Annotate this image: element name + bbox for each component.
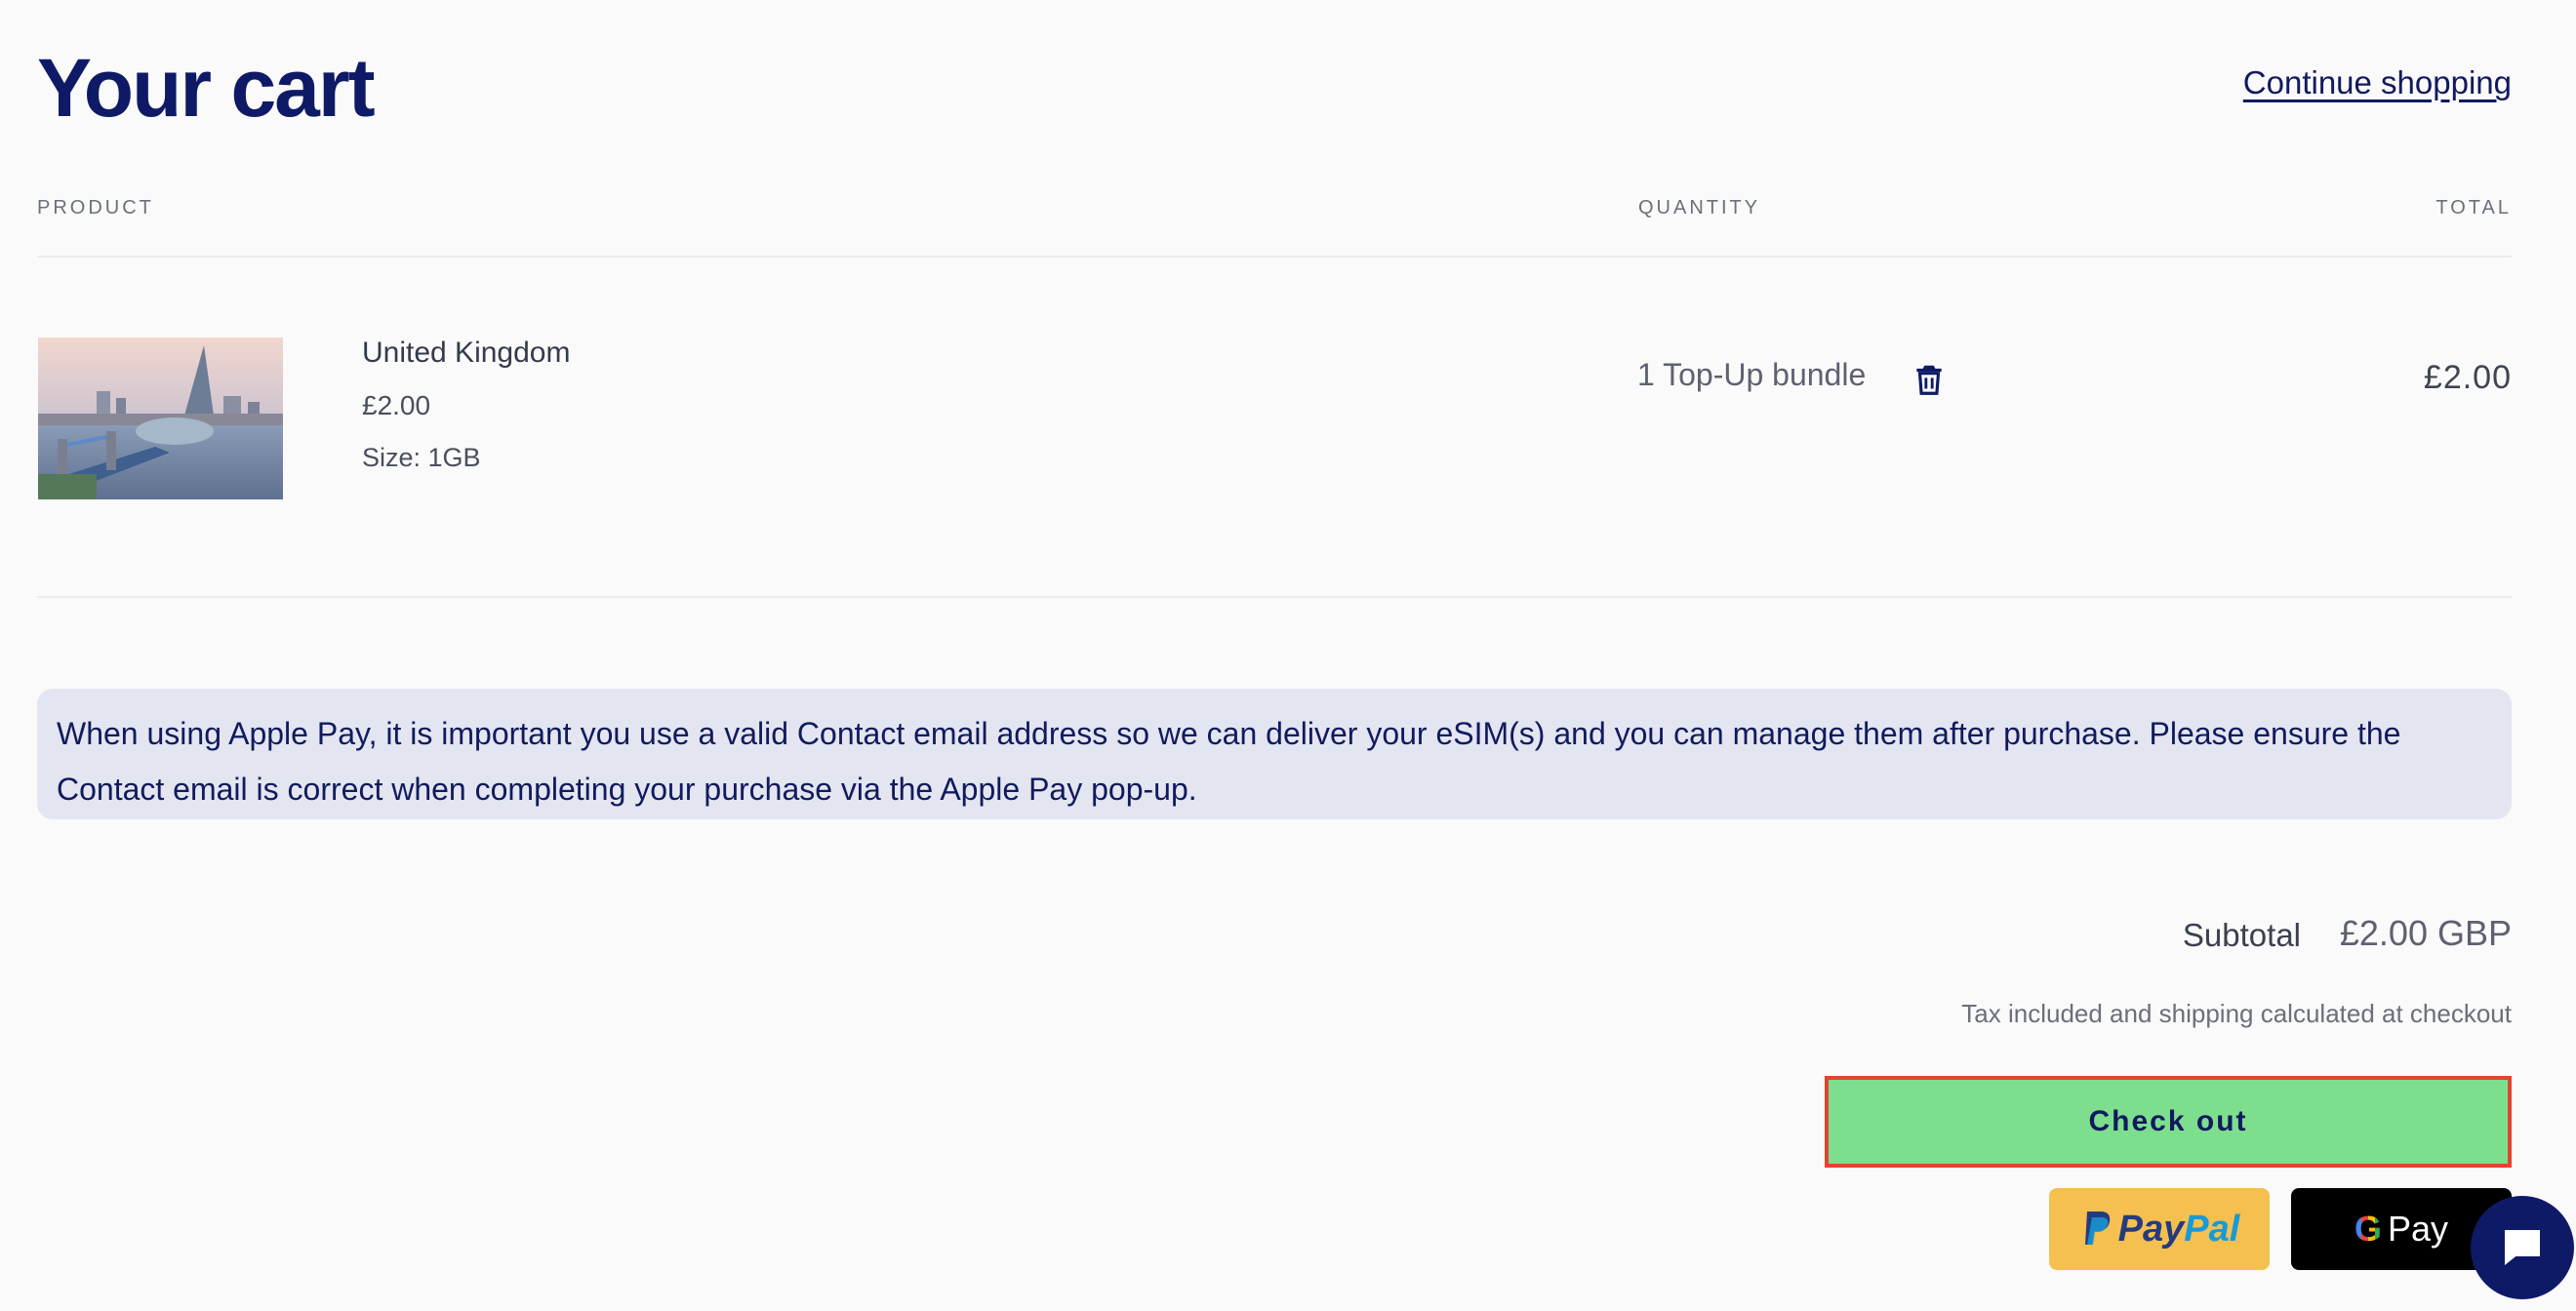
checkout-button[interactable]: Check out bbox=[1825, 1076, 2512, 1168]
google-g-icon: G bbox=[2354, 1209, 2382, 1249]
tax-note: Tax included and shipping calculated at … bbox=[1961, 999, 2512, 1028]
line-total: £2.00 bbox=[2423, 359, 2512, 396]
paypal-icon bbox=[2084, 1212, 2110, 1245]
product-size: Size: 1GB bbox=[362, 443, 481, 472]
paypal-button[interactable]: PayPal bbox=[2049, 1188, 2270, 1270]
subtotal-value: £2.00 GBP bbox=[2339, 913, 2512, 953]
apple-pay-notice: When using Apple Pay, it is important yo… bbox=[37, 689, 2512, 819]
product-name[interactable]: United Kingdom bbox=[362, 337, 570, 370]
paypal-text-pal: Pal bbox=[2184, 1208, 2240, 1250]
page-title: Your cart bbox=[37, 42, 376, 134]
continue-shopping-link[interactable]: Continue shopping bbox=[2243, 64, 2512, 101]
paypal-text-pay: Pay bbox=[2117, 1208, 2185, 1250]
column-header-quantity: QUANTITY bbox=[1638, 197, 1761, 218]
column-header-product: PRODUCT bbox=[37, 197, 154, 218]
product-price: £2.00 bbox=[362, 390, 431, 420]
chat-bubble-icon[interactable] bbox=[2471, 1196, 2574, 1299]
london-skyline-image bbox=[38, 338, 283, 499]
trash-icon[interactable] bbox=[1911, 361, 1948, 398]
product-image[interactable] bbox=[38, 338, 283, 499]
quantity-text: 1 Top-Up bundle bbox=[1637, 357, 1867, 392]
column-header-total: TOTAL bbox=[2435, 197, 2512, 218]
item-divider bbox=[37, 596, 2512, 598]
google-pay-label: Pay bbox=[2387, 1209, 2449, 1249]
header-divider bbox=[37, 256, 2512, 258]
subtotal-label: Subtotal bbox=[2182, 917, 2301, 953]
